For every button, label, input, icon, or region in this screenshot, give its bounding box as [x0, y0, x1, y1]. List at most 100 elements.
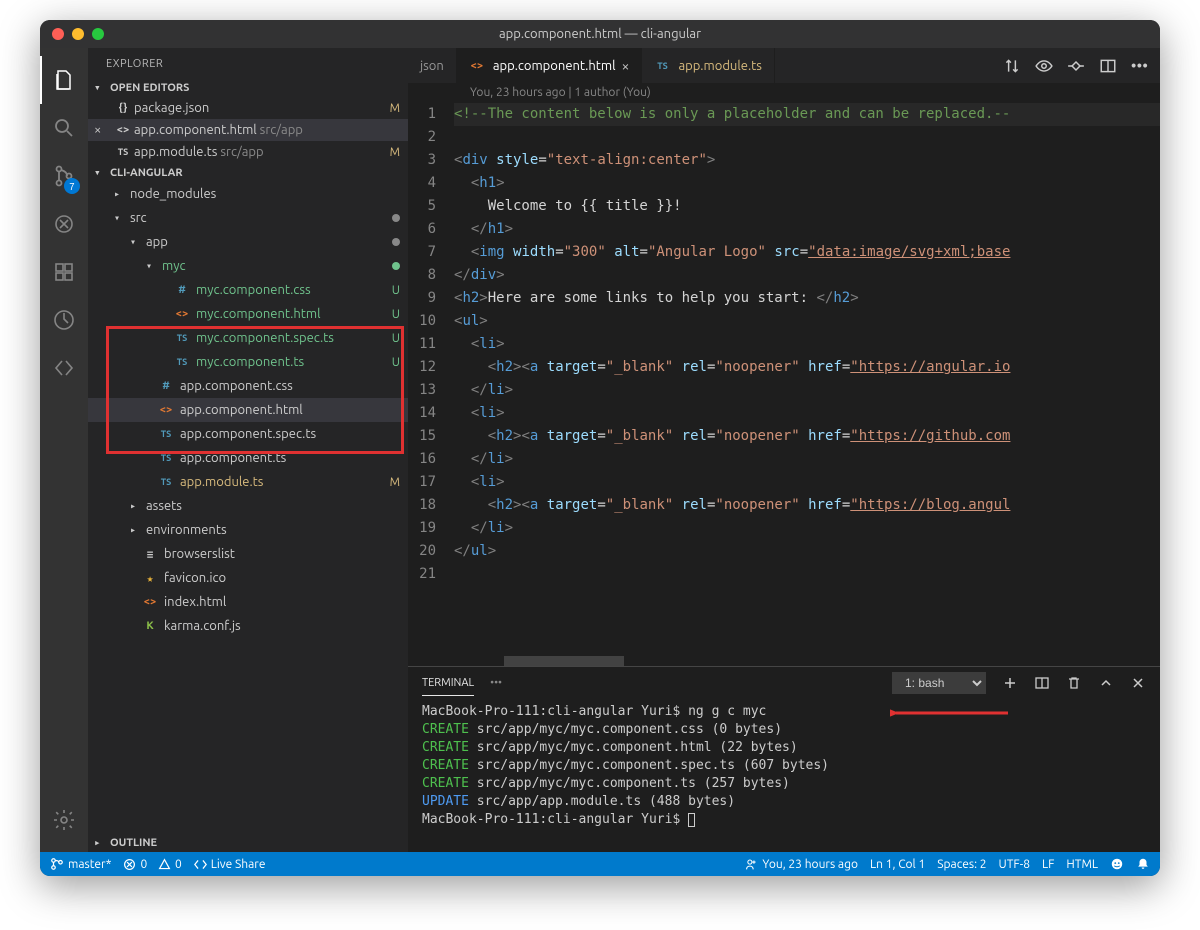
activity-extensions-icon[interactable] [40, 248, 88, 296]
close-icon[interactable]: × [622, 58, 630, 74]
close-icon[interactable]: × [94, 123, 101, 137]
eye-icon[interactable] [1035, 57, 1053, 75]
explorer-title: EXPLORER [88, 48, 408, 78]
terminal-new-icon[interactable] [1002, 675, 1018, 691]
status-liveshare[interactable]: Live Share [194, 858, 266, 871]
code-content[interactable]: <!--The content below is only a placehol… [454, 103, 1160, 656]
window-minimize-button[interactable] [72, 28, 84, 40]
open-editor-dir: src/app [217, 145, 263, 159]
editor-area: json <>app.component.html×TSapp.module.ts… [408, 48, 1160, 852]
git-flag: U [392, 308, 400, 321]
terminal-close-icon[interactable] [1130, 675, 1146, 691]
file-icon: # [158, 378, 174, 394]
terminal-split-icon[interactable] [1034, 675, 1050, 691]
terminal-content[interactable]: MacBook-Pro-111:cli-angular Yuri$ ng g c… [408, 699, 1160, 852]
panel-tab-more-icon[interactable]: ••• [490, 671, 502, 695]
file-icon: <> [142, 594, 158, 610]
file-icon: TS [114, 144, 132, 160]
panel-tab-terminal[interactable]: TERMINAL [422, 671, 474, 696]
file-item[interactable]: #app.component.css [88, 374, 408, 398]
status-indent[interactable]: Spaces: 2 [937, 858, 986, 871]
file-item[interactable]: TSapp.module.tsM [88, 470, 408, 494]
file-icon: TS [158, 426, 174, 442]
git-flag: M [390, 476, 400, 489]
file-item[interactable]: #myc.component.cssU [88, 278, 408, 302]
terminal-selector[interactable]: 1: bash [892, 672, 986, 694]
editor-tab[interactable]: json [408, 48, 457, 83]
open-editor-item[interactable]: {}package.jsonM [88, 97, 408, 119]
chevron-icon: ▸ [130, 524, 142, 536]
activity-liveshare-icon[interactable] [40, 344, 88, 392]
status-branch[interactable]: master* [50, 857, 111, 871]
status-bell-icon[interactable] [1136, 857, 1150, 871]
file-icon: <> [114, 122, 132, 138]
activity-debug-icon[interactable] [40, 200, 88, 248]
terminal-maximize-icon[interactable] [1098, 675, 1114, 691]
activity-scm-icon[interactable]: 7 [40, 152, 88, 200]
tab-label: json [420, 59, 444, 73]
status-eol[interactable]: LF [1042, 858, 1054, 871]
annotation-arrow-icon [890, 703, 1010, 727]
editor-horizontal-scrollbar[interactable] [454, 656, 1160, 666]
activity-git-graph-icon[interactable] [40, 296, 88, 344]
project-header[interactable]: ▾ CLI-ANGULAR [88, 163, 408, 182]
status-encoding[interactable]: UTF-8 [999, 858, 1030, 871]
explorer-sidebar: EXPLORER ▾ OPEN EDITORS {}package.jsonM ×… [88, 48, 408, 852]
folder-item[interactable]: ▾app [88, 230, 408, 254]
outline-header[interactable]: ▸ OUTLINE [88, 833, 408, 852]
tree-item-label: src [130, 211, 147, 225]
file-icon: ★ [142, 570, 158, 586]
folder-item[interactable]: ▾myc [88, 254, 408, 278]
window-maximize-button[interactable] [92, 28, 104, 40]
tree-item-label: favicon.ico [164, 571, 226, 585]
activity-bar: 7 [40, 48, 88, 852]
open-editor-label: package.json [134, 101, 209, 115]
file-item[interactable]: TSapp.component.spec.ts [88, 422, 408, 446]
editor-tab[interactable]: <>app.component.html× [457, 48, 643, 83]
activity-explorer-icon[interactable] [40, 56, 88, 104]
file-icon: ≡ [142, 546, 158, 562]
chevron-down-icon: ▾ [94, 81, 106, 94]
editor[interactable]: 1 2 3 4 5 6 7 8 9 10 11 12 13 14 15 16 1… [408, 103, 1160, 656]
file-icon: <> [469, 58, 485, 74]
status-language[interactable]: HTML [1066, 858, 1098, 871]
file-item[interactable]: <>app.component.html [88, 398, 408, 422]
file-item[interactable]: TSmyc.component.tsU [88, 350, 408, 374]
folder-item[interactable]: ▸environments [88, 518, 408, 542]
terminal-trash-icon[interactable] [1066, 675, 1082, 691]
file-item[interactable]: TSmyc.component.spec.tsU [88, 326, 408, 350]
file-item[interactable]: ≡browserslist [88, 542, 408, 566]
titlebar: app.component.html — cli-angular [40, 20, 1160, 48]
open-editors-header[interactable]: ▾ OPEN EDITORS [88, 78, 408, 97]
file-icon: # [174, 282, 190, 298]
split-editor-icon[interactable] [1099, 57, 1117, 75]
git-commit-icon[interactable] [1067, 57, 1085, 75]
terminal-panel: TERMINAL ••• 1: bash MacBook-Pro-111:cli… [408, 666, 1160, 852]
activity-search-icon[interactable] [40, 104, 88, 152]
file-item[interactable]: <>myc.component.htmlU [88, 302, 408, 326]
folder-item[interactable]: ▾src [88, 206, 408, 230]
status-problems[interactable]: 0 0 [123, 858, 181, 871]
tab-label: app.module.ts [678, 59, 761, 73]
folder-item[interactable]: ▸assets [88, 494, 408, 518]
open-editor-item[interactable]: ×<>app.component.html src/app [88, 119, 408, 141]
open-editor-item[interactable]: TSapp.module.ts src/appM [88, 141, 408, 163]
file-item[interactable]: ★ favicon.ico [88, 566, 408, 590]
status-feedback-icon[interactable] [1110, 857, 1124, 871]
folder-item[interactable]: ▸node_modules [88, 182, 408, 206]
file-tree: ▸node_modules▾src▾app▾myc#myc.component.… [88, 182, 408, 833]
compare-icon[interactable] [1003, 57, 1021, 75]
scrollbar-thumb[interactable] [504, 656, 624, 666]
file-item[interactable]: Kkarma.conf.js [88, 614, 408, 638]
file-item[interactable]: <>index.html [88, 590, 408, 614]
window-close-button[interactable] [52, 28, 64, 40]
traffic-lights [40, 28, 104, 40]
editor-tab[interactable]: TSapp.module.ts [642, 48, 774, 83]
status-cursor-position[interactable]: Ln 1, Col 1 [870, 858, 925, 871]
status-blame[interactable]: You, 23 hours ago [745, 858, 858, 871]
code-lens: You, 23 hours ago | 1 author (You) [408, 83, 1160, 103]
file-item[interactable]: TSapp.component.ts [88, 446, 408, 470]
activity-settings-icon[interactable] [40, 796, 88, 844]
more-icon[interactable]: ••• [1131, 57, 1148, 75]
tree-item-label: karma.conf.js [164, 619, 241, 633]
